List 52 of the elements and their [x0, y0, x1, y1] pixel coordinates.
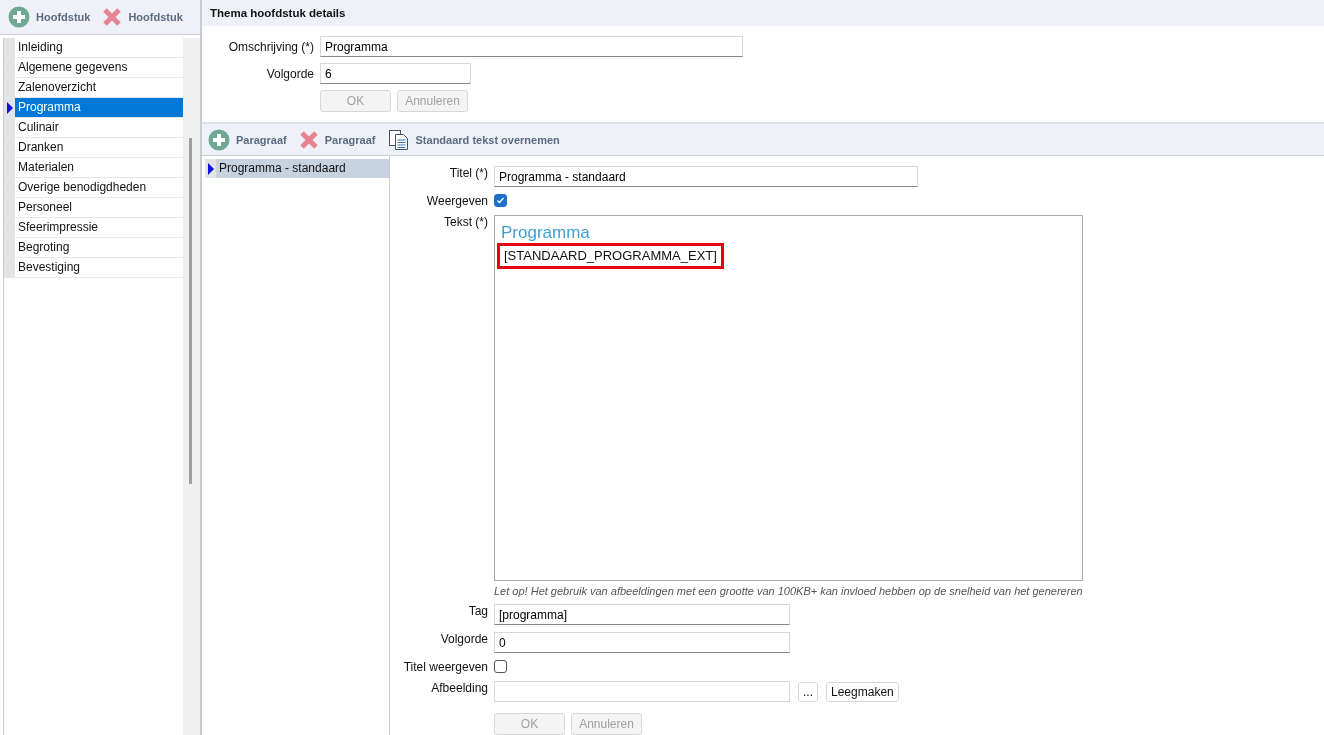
chapter-item[interactable]: Algemene gegevens: [15, 58, 184, 77]
field-label: Titel (*): [448, 166, 488, 182]
rich-text-editor[interactable]: Programma [STANDAARD_PROGRAMMA_EXT]: [494, 215, 1083, 581]
field-label: Volgorde: [265, 66, 314, 81]
browse-button[interactable]: ...: [798, 681, 818, 702]
add-button[interactable]: Hoofdstuk: [8, 6, 91, 28]
chapter-item[interactable]: Overige benodigdheden: [15, 178, 184, 197]
text-field[interactable]: [programma]: [494, 604, 790, 625]
plus-icon: [8, 6, 30, 28]
chapter-item[interactable]: Programma: [15, 98, 184, 117]
field-label: Weergeven: [425, 194, 488, 208]
chapter-item[interactable]: Inleiding: [15, 38, 184, 57]
clear-button[interactable]: Leegmaken: [826, 681, 899, 702]
add-button[interactable]: Paragraaf: [208, 128, 287, 151]
chapter-item[interactable]: Sfeerimpressie: [15, 218, 184, 237]
chapter-item[interactable]: Begroting: [15, 238, 184, 257]
chapter-item[interactable]: Zalenoverzicht: [15, 78, 184, 97]
delete-button[interactable]: Hoofdstuk: [102, 7, 183, 27]
checkbox[interactable]: [494, 660, 507, 673]
chapter-item[interactable]: Materialen: [15, 158, 184, 177]
x-icon: [298, 129, 319, 150]
checkbox[interactable]: [494, 194, 507, 207]
chapter-item[interactable]: Personeel: [15, 198, 184, 217]
x-icon: [102, 7, 123, 27]
field-label: Afbeelding: [430, 681, 488, 697]
chapter-item[interactable]: Dranken: [15, 138, 184, 157]
checkmark-icon: [496, 196, 505, 205]
text-field[interactable]: 0: [494, 632, 790, 653]
scrollbar-thumb[interactable]: [189, 138, 193, 484]
chapter-item[interactable]: Culinair: [15, 118, 184, 137]
row-pointer-icon: [7, 102, 13, 114]
image-path-field[interactable]: [494, 681, 790, 702]
template-placeholder-text: [STANDAARD_PROGRAMMA_EXT]: [497, 243, 724, 269]
chapter-item[interactable]: Bevestiging: [15, 258, 184, 277]
field-label: Tag: [467, 604, 488, 620]
field-label: Omschrijving (*): [227, 39, 314, 54]
document-copy-icon: [387, 128, 410, 151]
plus-icon: [208, 128, 230, 151]
field-label: Titel weergeven: [402, 660, 488, 674]
scrollbar[interactable]: [183, 38, 200, 735]
paragraph-item[interactable]: Programma - standaard: [216, 159, 389, 178]
text-field[interactable]: Programma - standaard: [494, 166, 918, 187]
field-label: Volgorde: [439, 632, 488, 648]
row-pointer-icon: [208, 163, 214, 175]
copy-button[interactable]: Standaard tekst overnemen: [387, 128, 560, 151]
editor-heading: Programma: [501, 223, 591, 243]
text-field[interactable]: 6: [320, 63, 471, 84]
text-field[interactable]: Programma: [320, 36, 743, 57]
panel-title: Thema hoofdstuk details: [202, 0, 1324, 26]
field-label: Tekst (*): [443, 215, 488, 229]
warning-note: Let op! Het gebruik van afbeeldingen met een grootte van 100KB+ kan invloed hebben op de snelheid van het genereren: [494, 585, 1083, 597]
delete-button[interactable]: Paragraaf: [298, 129, 376, 150]
